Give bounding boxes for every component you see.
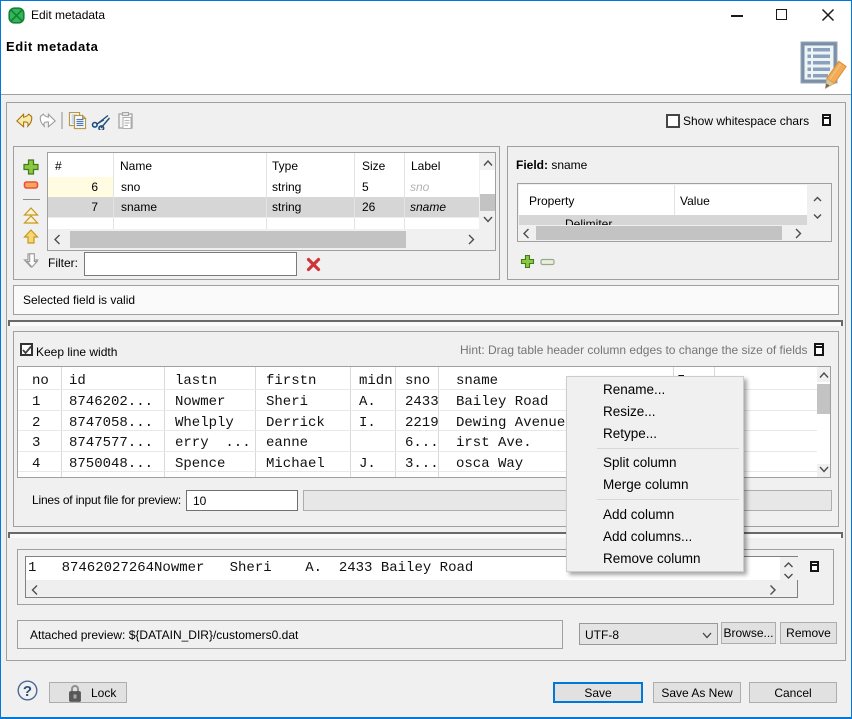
svg-text:?: ?: [23, 683, 32, 700]
